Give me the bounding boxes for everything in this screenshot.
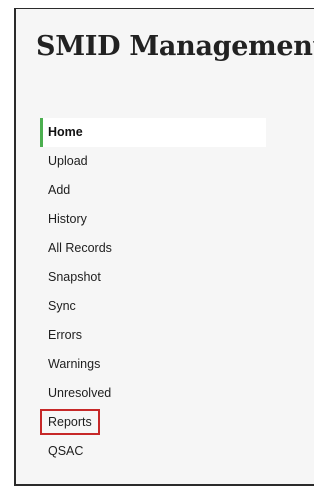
sidebar-item-label: Sync <box>48 299 76 313</box>
sidebar-item-unresolved[interactable]: Unresolved <box>40 379 266 408</box>
page-title: SMID Management <box>36 31 314 62</box>
sidebar-item-label: Errors <box>48 328 83 342</box>
sidebar-item-reports[interactable]: Reports <box>40 408 266 437</box>
sidebar-item-label: Home <box>48 125 83 139</box>
sidebar-item-label: Unresolved <box>48 386 112 400</box>
sidebar-item-all-records[interactable]: All Records <box>40 234 266 263</box>
sidebar-item-history[interactable]: History <box>40 205 266 234</box>
sidebar-item-snapshot[interactable]: Snapshot <box>40 263 266 292</box>
sidebar-item-label: Add <box>48 183 71 197</box>
sidebar-item-add[interactable]: Add <box>40 176 266 205</box>
sidebar-item-label: Snapshot <box>48 270 101 284</box>
sidebar-item-label: QSAC <box>48 444 84 458</box>
sidebar-panel: SMID Management Home Upload Add History … <box>14 8 314 486</box>
sidebar-nav: Home Upload Add History All Records Snap… <box>40 118 266 466</box>
sidebar-item-sync[interactable]: Sync <box>40 292 266 321</box>
sidebar-item-qsac[interactable]: QSAC <box>40 437 266 466</box>
sidebar-item-label: Upload <box>48 154 88 168</box>
sidebar-item-label: Warnings <box>48 357 101 371</box>
sidebar-item-label: History <box>48 212 87 226</box>
sidebar-item-errors[interactable]: Errors <box>40 321 266 350</box>
sidebar-item-home[interactable]: Home <box>40 118 266 147</box>
sidebar-item-label: All Records <box>48 241 112 255</box>
sidebar-item-label: Reports <box>40 409 100 435</box>
sidebar-item-warnings[interactable]: Warnings <box>40 350 266 379</box>
sidebar-item-upload[interactable]: Upload <box>40 147 266 176</box>
